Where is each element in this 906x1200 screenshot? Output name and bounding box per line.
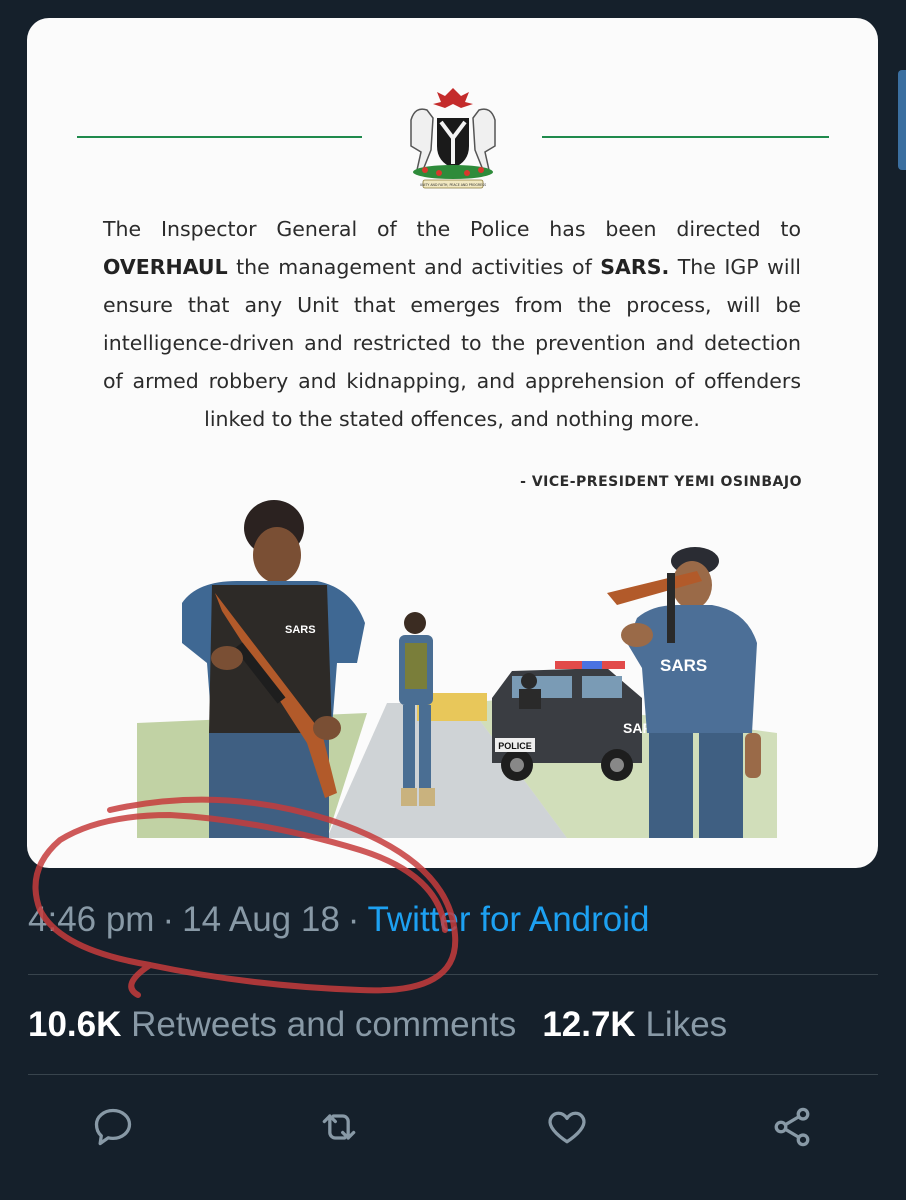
share-icon[interactable]	[770, 1105, 814, 1149]
tweet-time[interactable]: 4:46 pm	[28, 900, 154, 939]
divider-left	[77, 136, 362, 138]
tweet-source-link[interactable]: Twitter for Android	[367, 900, 649, 939]
scrollbar[interactable]	[898, 70, 906, 170]
reply-icon[interactable]	[91, 1105, 135, 1149]
tweet-actions-bar	[0, 1105, 906, 1155]
svg-text:POLICE: POLICE	[498, 741, 532, 751]
retweet-icon[interactable]	[317, 1105, 361, 1149]
divider-right	[542, 136, 829, 138]
likes-stat[interactable]: 12.7K Likes	[542, 1005, 727, 1044]
police-officers-illustration: POLICE SARS SARS SARS	[137, 500, 777, 838]
like-icon[interactable]	[545, 1105, 589, 1149]
tweet-media-image[interactable]: UNITY AND FAITH, PEACE AND PROGRESS The …	[27, 18, 878, 868]
retweets-stat[interactable]: 10.6K Retweets and comments	[28, 1005, 516, 1044]
tweet-timestamp: 4:46 pm · 14 Aug 18 · Twitter for Android	[28, 900, 650, 939]
svg-text:SARS: SARS	[660, 656, 707, 675]
quote-text: The Inspector General of the Police has …	[103, 217, 802, 431]
coat-of-arms-icon: UNITY AND FAITH, PEACE AND PROGRESS	[410, 88, 496, 189]
police-vehicle: POLICE SARS	[492, 661, 662, 781]
divider	[28, 974, 878, 975]
tweet-date[interactable]: 14 Aug 18	[182, 900, 340, 939]
quote-attribution: - VICE-PRESIDENT YEMI OSINBAJO	[520, 474, 802, 490]
crest-motto: UNITY AND FAITH, PEACE AND PROGRESS	[420, 183, 486, 187]
engagement-stats: 10.6K Retweets and comments 12.7K Likes	[28, 1005, 727, 1045]
svg-text:SARS: SARS	[285, 624, 316, 636]
divider	[28, 1074, 878, 1075]
